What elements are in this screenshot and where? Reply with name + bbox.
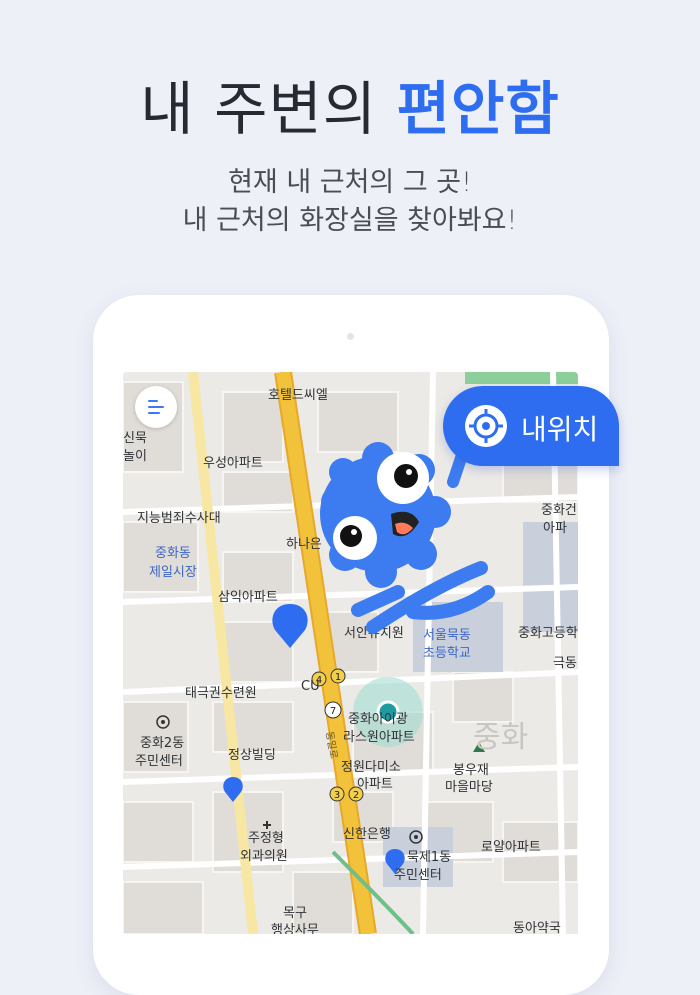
my-location-label: 내위치 bbox=[521, 413, 599, 446]
map-label-hana: 하나은 bbox=[286, 537, 322, 552]
map-label-samik: 삼익아파트 bbox=[218, 590, 278, 605]
map-label-jungsang: 정상빌딩 bbox=[228, 748, 276, 763]
map-label-district: 중화 bbox=[473, 720, 528, 755]
subtitle-line-1: 현재 내 근처의 그 곳! bbox=[228, 167, 472, 198]
map-label-school-1: 서울묵동 bbox=[423, 628, 471, 643]
map-label-cu: CU bbox=[301, 679, 320, 694]
map-label-jineung: 지능범죄수사대 bbox=[137, 511, 221, 526]
map-label-shinhan: 신한은행 bbox=[343, 826, 391, 842]
map-label-mukje-2: 주민센터 bbox=[394, 868, 442, 883]
headline-accent: 편안함 bbox=[396, 75, 560, 143]
my-location-button[interactable]: 내위치 bbox=[443, 386, 619, 466]
map-label-sinmuk-2: 놀이 bbox=[123, 449, 147, 464]
route-badge-7: 7 bbox=[330, 706, 336, 717]
map-label-junghwa2-2: 주민센터 bbox=[135, 754, 183, 769]
subtitle-line-2: 내 근처의 화장실을 찾아봐요! bbox=[182, 205, 518, 236]
map-label-right-apt-2: 아파 bbox=[543, 521, 567, 536]
map-label-apt-2: 라스원아파트 bbox=[343, 730, 415, 745]
map-label-mukje-1: 묵제1동 bbox=[407, 850, 451, 865]
map-label-school-2: 초등학교 bbox=[423, 646, 471, 661]
map-label-market-2: 제일시장 bbox=[149, 565, 197, 580]
map-label-donga: 동아약국 bbox=[513, 921, 561, 934]
map-label-jujeong-1: 주정형 bbox=[248, 831, 284, 846]
headline-main: 내 주변의 bbox=[140, 75, 397, 143]
map-label-mukgu-2: 행상사무 bbox=[271, 922, 319, 934]
bus-badge-1: 1 bbox=[335, 672, 341, 683]
menu-button[interactable] bbox=[135, 386, 177, 428]
tablet-camera bbox=[347, 333, 354, 340]
map-label-mukgu-1: 목구 bbox=[283, 906, 307, 921]
crosshair-icon bbox=[465, 405, 507, 447]
map-label-jujeong-2: 외과의원 bbox=[240, 849, 288, 864]
bus-badge-3: 3 bbox=[334, 790, 340, 801]
map-label-jungwon-1: 정원다미소 bbox=[341, 760, 401, 775]
map-label-junghwa2-1: 중화2동 bbox=[140, 736, 184, 751]
map-label-right-apt-1: 중화건 bbox=[541, 503, 577, 518]
map-label-market-1: 중화동 bbox=[155, 546, 191, 561]
menu-icon-line-2 bbox=[148, 406, 164, 408]
map-label-jungwon-2: 아파트 bbox=[357, 777, 393, 792]
map-label-apt-1: 중화아이광 bbox=[348, 712, 408, 727]
map-label-taegeuk: 태극권수련원 bbox=[185, 686, 257, 701]
map-label-hotel: 호텔드씨엘 bbox=[268, 388, 328, 403]
map-label-sinmuk-1: 신묵 bbox=[123, 431, 147, 446]
headline: 내 주변의 편안함 bbox=[0, 62, 700, 146]
map-label-royal: 로얄아파트 bbox=[481, 839, 541, 855]
map-label-woosung: 우성아파트 bbox=[203, 456, 263, 471]
menu-icon-line-3 bbox=[148, 412, 160, 414]
menu-icon-line-1 bbox=[148, 400, 158, 402]
map-label-bongujae-2: 마을마당 bbox=[445, 780, 493, 795]
map-label-bongujae-1: 봉우재 bbox=[453, 763, 489, 778]
map-label-gukdong: 극동 bbox=[553, 656, 577, 671]
map-label-junghwa-hs: 중화고등학 bbox=[518, 626, 578, 641]
